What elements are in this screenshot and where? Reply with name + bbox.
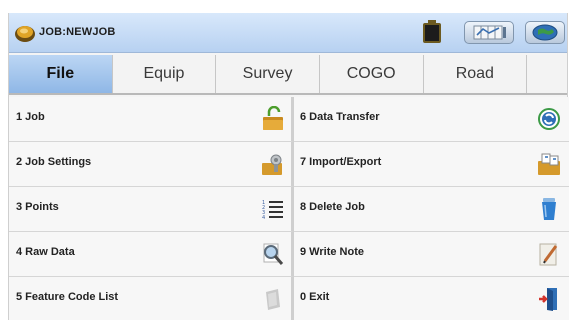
menu-item-label: 4 Raw Data — [16, 246, 75, 258]
menu-item-data-transfer[interactable]: 6 Data Transfer — [294, 97, 569, 142]
menu-item-job-settings[interactable]: 2 Job Settings — [9, 142, 294, 187]
open-folder-icon — [261, 105, 285, 132]
menu-item-exit[interactable]: 0 Exit — [294, 277, 569, 320]
menu-item-label: 9 Write Note — [300, 246, 364, 258]
tab-road[interactable]: Road — [423, 55, 528, 93]
menu-item-delete-job[interactable]: 8 Delete Job — [294, 187, 569, 232]
svg-text:4: 4 — [262, 215, 265, 221]
survey-logo-icon — [14, 23, 36, 43]
menu-item-feature-code-list[interactable]: 5 Feature Code List — [9, 277, 294, 320]
menu-item-label: 2 Job Settings — [16, 156, 92, 168]
menu-item-raw-data[interactable]: 4 Raw Data — [9, 232, 294, 277]
menu-item-label: 3 Points — [16, 201, 59, 213]
menu-item-label: 5 Feature Code List — [16, 291, 119, 303]
tab-bar-spacer — [527, 55, 567, 93]
menu-item-points[interactable]: 3 Points 1 2 3 4 — [9, 187, 294, 232]
job-title: JOB:NEWJOB — [39, 26, 116, 38]
title-bar: JOB:NEWJOB — [9, 13, 567, 53]
feature-code-icon — [261, 286, 285, 312]
satellite-status-icon[interactable] — [464, 21, 514, 44]
data-transfer-icon — [537, 106, 561, 132]
magnifier-icon — [261, 241, 285, 267]
menu-item-label: 8 Delete Job — [300, 201, 365, 213]
app-window: JOB:NEWJOB File Equip Survey COGO Road 1… — [8, 13, 569, 320]
menu-item-label: 6 Data Transfer — [300, 111, 380, 123]
menu-item-label: 7 Import/Export — [300, 156, 382, 168]
trash-icon — [537, 196, 561, 222]
menu-item-label: 0 Exit — [300, 291, 330, 303]
menu-item-job[interactable]: 1 Job — [9, 97, 294, 142]
tab-equip[interactable]: Equip — [112, 55, 217, 93]
battery-icon[interactable] — [420, 20, 444, 44]
note-pencil-icon — [537, 241, 561, 267]
file-menu: 1 Job 6 Data Transfer 2 Job Settings 7 I… — [9, 97, 569, 320]
exit-door-icon — [537, 286, 561, 312]
globe-icon[interactable] — [525, 21, 565, 44]
points-list-icon: 1 2 3 4 — [261, 196, 285, 222]
menu-item-write-note[interactable]: 9 Write Note — [294, 232, 569, 277]
tab-file[interactable]: File — [9, 55, 113, 93]
tab-bar: File Equip Survey COGO Road — [9, 55, 567, 95]
tab-survey[interactable]: Survey — [216, 55, 320, 93]
import-export-icon — [537, 151, 561, 177]
menu-item-label: 1 Job — [16, 111, 45, 123]
tab-cogo[interactable]: COGO — [319, 55, 424, 93]
menu-item-import-export[interactable]: 7 Import/Export — [294, 142, 569, 187]
job-settings-icon — [261, 151, 285, 177]
